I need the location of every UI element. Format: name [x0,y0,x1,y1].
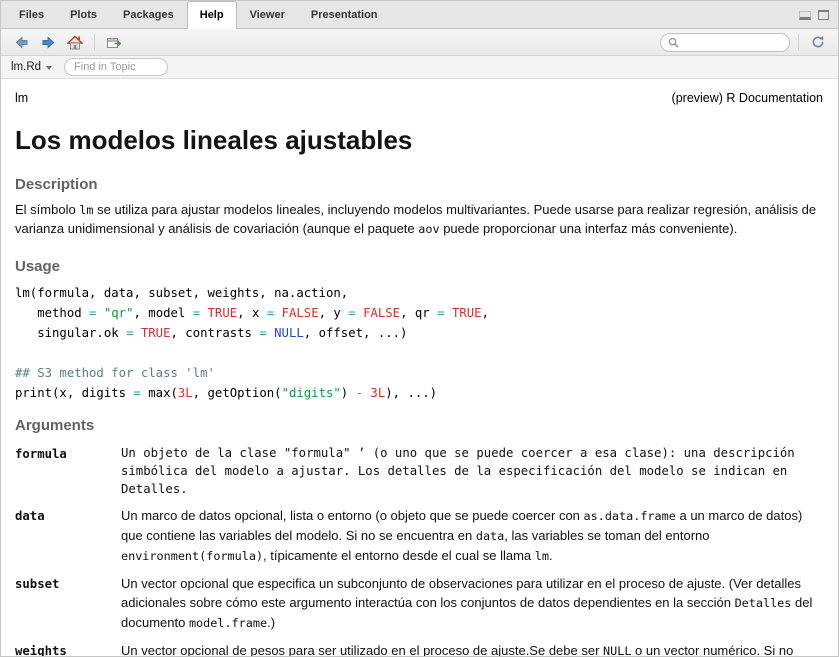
forward-arrow-icon [41,36,56,49]
page-title: Los modelos lineales ajustables [15,125,823,156]
home-button[interactable] [64,32,86,53]
argument-name: weights [15,641,121,656]
topic-toolbar: lm.Rd [1,56,838,79]
tab-presentation[interactable]: Presentation [298,1,391,28]
help-search-box[interactable] [660,33,790,52]
popout-window-icon [106,35,122,49]
argument-row-subset: subsetUn vector opcional que especifica … [15,574,823,633]
argument-description: Un objeto de la clase "formula" ’ (o uno… [121,444,823,498]
refresh-icon [811,35,825,49]
back-arrow-icon [14,36,29,49]
argument-row-formula: formulaUn objeto de la clase "formula" ’… [15,444,823,498]
refresh-button[interactable] [807,32,829,53]
code-line [15,343,823,363]
window-controls [799,10,829,20]
argument-description: Un marco de datos opcional, lista o ento… [121,506,823,566]
doc-topic: lm [15,91,28,105]
argument-row-data: dataUn marco de datos opcional, lista o … [15,506,823,566]
chevron-down-icon [46,66,52,70]
inline-code: lm [535,549,549,563]
arguments-heading: Arguments [15,417,823,434]
arguments-list: formulaUn objeto de la clase "formula" ’… [15,444,823,656]
argument-name: data [15,506,121,566]
home-icon [67,35,83,50]
topic-selector[interactable]: lm.Rd [11,61,52,73]
argument-description: Un vector opcional que especifica un sub… [121,574,823,633]
inline-code: model.frame [189,616,267,630]
description-text: El símbolo lm se utiliza para ajustar mo… [15,201,823,238]
toolbar-divider-2 [798,34,799,50]
tab-files[interactable]: Files [6,1,57,28]
help-pane: FilesPlotsPackagesHelpViewerPresentation [0,0,839,657]
tab-help[interactable]: Help [187,1,237,29]
code-line: method = "qr", model = TRUE, x = FALSE, … [15,303,823,323]
argument-name: formula [15,444,121,498]
inline-code: aov [418,222,439,236]
tab-plots[interactable]: Plots [57,1,110,28]
doc-header: lm (preview) R Documentation [15,91,823,105]
inline-code: Detalles [735,596,792,610]
help-content: lm (preview) R Documentation Los modelos… [1,79,838,656]
toolbar-divider [94,34,95,50]
help-search-input[interactable] [684,36,782,48]
help-toolbar [1,29,838,56]
minimize-pane-icon[interactable] [799,11,811,20]
code-line: lm(formula, data, subset, weights, na.ac… [15,283,823,303]
pane-tab-bar: FilesPlotsPackagesHelpViewerPresentation [1,1,838,29]
argument-description: Un vector opcional de pesos para ser uti… [121,641,823,656]
doc-type-label: (preview) R Documentation [672,91,823,105]
open-in-new-window-button[interactable] [103,32,125,53]
inline-code: NULL [603,644,631,656]
usage-code: lm(formula, data, subset, weights, na.ac… [15,283,823,403]
code-line: print(x, digits = max(3L, getOption("dig… [15,383,823,403]
code-line: singular.ok = TRUE, contrasts = NULL, of… [15,323,823,343]
tab-packages[interactable]: Packages [110,1,187,28]
maximize-pane-icon[interactable] [818,10,829,20]
inline-code: as.data.frame [584,509,676,523]
back-button[interactable] [10,32,32,53]
inline-code: data [476,529,504,543]
search-icon [668,37,679,48]
description-heading: Description [15,176,823,193]
argument-row-weights: weightsUn vector opcional de pesos para … [15,641,823,656]
code-line: ## S3 method for class 'lm' [15,363,823,383]
tab-viewer[interactable]: Viewer [237,1,298,28]
inline-code: lm [79,203,93,217]
inline-code: environment(formula) [121,549,263,563]
topic-label: lm.Rd [11,61,41,73]
argument-name: subset [15,574,121,633]
forward-button[interactable] [37,32,59,53]
find-in-topic-input[interactable] [64,58,168,76]
tab-list: FilesPlotsPackagesHelpViewerPresentation [6,1,391,28]
usage-heading: Usage [15,258,823,275]
